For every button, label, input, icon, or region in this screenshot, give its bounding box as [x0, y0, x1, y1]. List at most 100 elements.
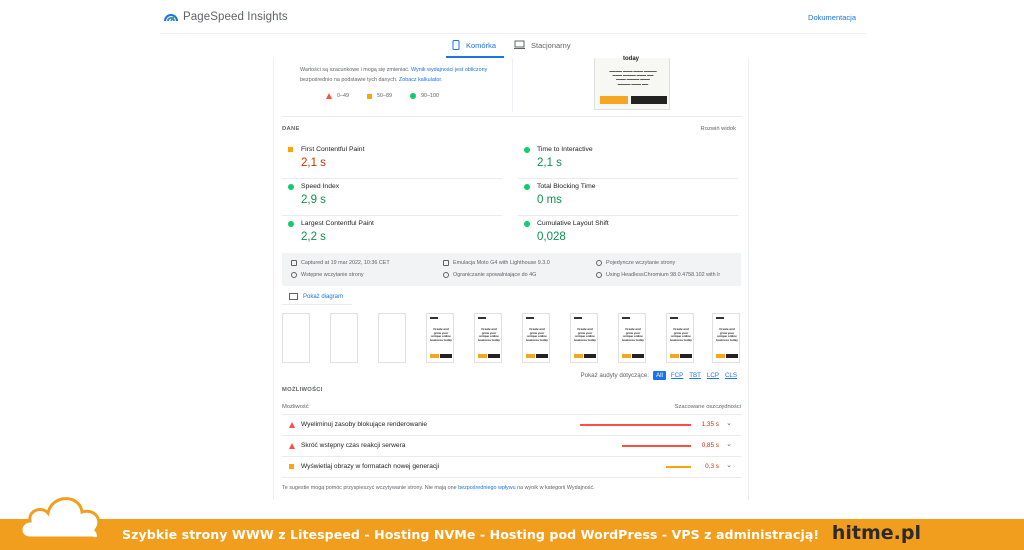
run-info-box: Captured at 19 mar 2022, 10:36 CET Emula…	[282, 253, 741, 286]
screenshot-text-placeholder: ▬▬▬▬ ▬▬▬ ▬▬▬ ▬▬▬▬ ▬▬▬ ▬▬▬▬ ▬▬▬ ▬▬ ▬▬▬ ▬▬▬▬…	[609, 69, 657, 86]
triangle-icon	[326, 93, 332, 99]
legend-pass: 90–100	[410, 93, 439, 99]
savings-bar	[622, 445, 691, 447]
legend-range: 50–89	[377, 93, 392, 99]
legend-range: 90–100	[421, 93, 439, 99]
average-square-icon	[288, 147, 293, 152]
metric-value: 2,2 s	[301, 231, 326, 243]
screenshot-button-secondary	[631, 96, 667, 104]
filmstrip-frame: Create and grow your unique online busin…	[522, 313, 550, 363]
frame-heading: Create and grow your unique online busin…	[526, 327, 548, 342]
expand-view-toggle[interactable]: Rozwiń widok	[701, 126, 736, 132]
divider	[512, 58, 513, 112]
metric-name: Time to Interactive	[537, 146, 593, 153]
opportunity-row[interactable]: Wyświetlaj obrazy w formatach nowej gene…	[282, 457, 741, 478]
estimate-text-after: .	[440, 77, 443, 83]
pass-circle-icon	[524, 184, 530, 190]
opportunity-name: Wyświetlaj obrazy w formatach nowej gene…	[301, 463, 440, 470]
metric-value: 0 ms	[537, 194, 562, 206]
frame-heading: Create and grow your unique online busin…	[716, 327, 738, 342]
direct-impact-link[interactable]: bezpośredniego wpływu	[458, 485, 516, 491]
final-screenshot: today ▬▬▬▬ ▬▬▬ ▬▬▬ ▬▬▬▬ ▬▬▬ ▬▬▬▬ ▬▬▬ ▬▬ ▬▬…	[594, 56, 670, 110]
chevron-down-icon[interactable]: ⌄	[726, 419, 732, 427]
opportunity-row[interactable]: Wyeliminuj zasoby blokujące renderowanie…	[282, 415, 741, 436]
filter-chip-cls[interactable]: CLS	[724, 372, 738, 379]
documentation-link[interactable]: Dokumentacja	[808, 13, 856, 22]
run-info-text: Pojedyncze wczytanie strony	[606, 260, 676, 266]
treemap-icon	[289, 293, 298, 300]
legend-average: 50–89	[367, 93, 392, 99]
metric-name: Cumulative Layout Shift	[537, 220, 609, 227]
filter-chip-fcp[interactable]: FCP	[670, 372, 684, 379]
run-info-text: Emulacja Moto G4 with Lighthouse 9.3.0	[453, 260, 550, 266]
metric-name: Largest Contentful Paint	[301, 220, 374, 227]
tab-desktop[interactable]: Stacjonarny	[514, 40, 571, 50]
divider	[282, 116, 742, 117]
opportunity-row[interactable]: Skróć wstępny czas reakcji serwera 0,85 …	[282, 436, 741, 457]
metric-name: First Contentful Paint	[301, 146, 365, 153]
chevron-down-icon[interactable]: ⌄	[726, 461, 732, 469]
savings-value: 0,3 s	[705, 463, 719, 470]
screenshot-heading: today	[623, 56, 640, 62]
fail-triangle-icon	[289, 443, 295, 449]
show-diagram-button[interactable]: Pokaż diagram	[289, 293, 343, 300]
filmstrip-frame	[282, 313, 310, 363]
metric-name: Total Blocking Time	[537, 183, 596, 190]
frame-heading: Create and grow your unique online busin…	[574, 327, 596, 342]
tab-label: Stacjonarny	[531, 40, 571, 50]
performance-score-link[interactable]: Wynik wydajności jest obliczony	[411, 67, 487, 73]
metric-cls: Cumulative Layout Shift 0,028	[518, 216, 738, 253]
metric-name: Speed Index	[301, 183, 340, 190]
frame-heading: Create and grow your unique online busin…	[670, 327, 692, 342]
tab-mobile[interactable]: Komórka	[452, 40, 496, 50]
calendar-icon	[291, 260, 297, 266]
average-square-icon	[289, 464, 294, 469]
opportunities-section-label: MOŻLIWOŚCI	[282, 387, 323, 393]
fail-triangle-icon	[289, 422, 295, 428]
estimate-note: Wartości są szacunkowe i mogą się zmieni…	[300, 65, 490, 85]
filter-chip-lcp[interactable]: LCP	[706, 372, 720, 379]
top-bar: PageSpeed Insights Dokumentacja	[160, 0, 866, 34]
pass-circle-icon	[288, 184, 294, 190]
metric-value: 2,9 s	[301, 194, 326, 206]
run-info-captured: Captured at 19 mar 2022, 10:36 CET	[291, 260, 390, 266]
show-diagram-label: Pokaż diagram	[303, 293, 344, 300]
score-legend: 0–49 50–89 90–100	[326, 93, 439, 99]
filmstrip-frame: Create and grow your unique online busin…	[712, 313, 740, 363]
frame-heading: Create and grow your unique online busin…	[478, 327, 500, 342]
run-info-emulation: Emulacja Moto G4 with Lighthouse 9.3.0	[443, 260, 550, 266]
globe-icon	[596, 272, 602, 278]
chevron-down-icon[interactable]: ⌄	[726, 440, 732, 448]
filter-chip-all[interactable]: All	[652, 371, 666, 380]
logo-text: PageSpeed Insights	[183, 11, 288, 23]
cloud-icon	[19, 497, 101, 541]
metric-value: 2,1 s	[301, 157, 326, 169]
opportunities-footnote: Te sugestie mogą pomóc przyspieszyć wczy…	[282, 485, 595, 491]
calculator-link[interactable]: Zobacz kalkulator	[399, 77, 441, 83]
tab-label: Komórka	[466, 40, 497, 50]
screenshot-button-primary	[600, 96, 628, 104]
run-info-initial-load: Wstępne wczytanie strony	[291, 272, 364, 278]
filmstrip-frame	[378, 313, 406, 363]
frame-heading: Create and grow your unique online busin…	[430, 327, 452, 342]
filmstrip-frame: Create and grow your unique online busin…	[570, 313, 598, 363]
metric-value: 2,1 s	[537, 157, 562, 169]
savings-value: 0,85 s	[701, 442, 719, 449]
wifi-icon	[443, 272, 449, 278]
filter-chip-tbt[interactable]: TBT	[688, 372, 702, 379]
footnote-text-after: na wynik w kategorii Wydajność.	[515, 485, 595, 491]
page: PageSpeed Insights Dokumentacja Komórka …	[0, 0, 1024, 550]
legend-range: 0–49	[337, 93, 349, 99]
metric-tti: Time to Interactive 2,1 s	[518, 142, 738, 179]
filmstrip-frame: Create and grow your unique online busin…	[666, 313, 694, 363]
device-icon	[443, 260, 449, 266]
metric-speed-index: Speed Index 2,9 s	[282, 179, 502, 216]
run-info-single-load: Pojedyncze wczytanie strony	[596, 260, 675, 266]
run-info-throttling: Ograniczanie spowalniające do 4G	[443, 272, 536, 278]
logo[interactable]: PageSpeed Insights	[164, 11, 288, 23]
promo-banner[interactable]: Szybkie strony WWW z Litespeed - Hosting…	[0, 519, 1024, 550]
savings-column-header: Szacowane oszczędności	[674, 404, 741, 410]
pagespeed-logo-icon	[164, 14, 178, 22]
report-panel: Wartości są szacunkowe i mogą się zmieni…	[273, 56, 749, 500]
device-tabs: Komórka Stacjonarny	[160, 35, 866, 59]
